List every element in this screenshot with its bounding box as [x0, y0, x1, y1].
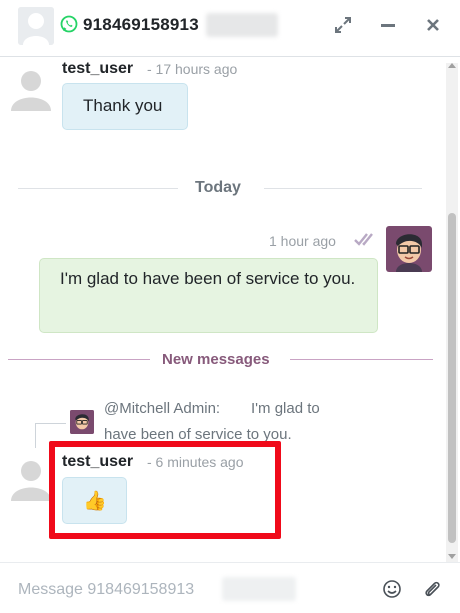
- chat-title: 918469158913: [83, 15, 199, 34]
- admin-avatar: [386, 226, 432, 272]
- emoji-icon[interactable]: [382, 579, 402, 599]
- user-avatar: [8, 455, 54, 501]
- message-time: 1 hour ago: [269, 233, 336, 249]
- message-input[interactable]: Message 918469158913: [18, 581, 194, 599]
- scrollbar[interactable]: [446, 63, 458, 562]
- message-composer[interactable]: Message 918469158913: [0, 562, 460, 613]
- date-separator-line: [264, 188, 422, 189]
- minimize-icon[interactable]: [377, 14, 399, 36]
- redacted-name: [222, 577, 296, 601]
- message-time: - 17 hours ago: [147, 61, 238, 77]
- highlight-box: [49, 441, 281, 539]
- user-avatar: [8, 65, 54, 111]
- close-icon[interactable]: [422, 14, 444, 36]
- scroll-down-arrow[interactable]: [448, 554, 456, 559]
- reply-snippet: I'm glad to: [251, 400, 320, 417]
- contact-avatar: [18, 7, 54, 45]
- chat-window-header: 918469158913: [0, 0, 460, 57]
- whatsapp-icon: [60, 15, 78, 33]
- date-separator: Today: [195, 179, 241, 196]
- reply-avatar: [70, 410, 94, 439]
- scroll-up-arrow[interactable]: [448, 63, 456, 68]
- reply-author: @Mitchell Admin:: [104, 400, 221, 417]
- message-author: test_user: [62, 60, 134, 77]
- scrollbar-thumb[interactable]: [448, 213, 456, 543]
- new-messages-line: [8, 359, 150, 360]
- paperclip-icon[interactable]: [422, 579, 442, 599]
- new-messages-label: New messages: [162, 351, 270, 368]
- expand-icon[interactable]: [332, 14, 354, 36]
- new-messages-line: [290, 359, 433, 360]
- redacted-name: [206, 13, 278, 37]
- double-check-icon: [353, 231, 379, 252]
- message-bubble: Thank you: [62, 83, 188, 130]
- message-body: I'm glad to have been of service to you.: [60, 269, 356, 288]
- message-body: Thank you: [83, 96, 163, 115]
- message-bubble: I'm glad to have been of service to you.: [39, 258, 378, 333]
- date-separator-line: [18, 188, 178, 189]
